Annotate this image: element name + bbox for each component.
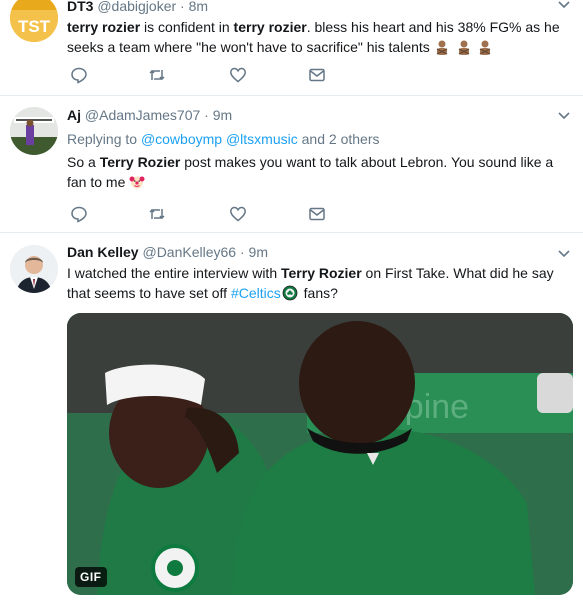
clown-face-emoji-icon (129, 174, 147, 190)
avatar[interactable] (10, 245, 58, 293)
reply-icon[interactable] (70, 205, 88, 223)
text-span: fans? (299, 285, 338, 301)
avatar-text: TST (18, 17, 51, 36)
chevron-down-icon[interactable] (557, 0, 571, 12)
text-highlight: terry rozier (233, 19, 307, 35)
display-name[interactable]: Aj (67, 107, 81, 123)
display-name[interactable]: Dan Kelley (67, 244, 139, 260)
text-highlight: Terry Rozier (99, 154, 181, 170)
tweet-header: Dan Kelley @DanKelley66 · 9m (67, 243, 569, 261)
dm-icon[interactable] (308, 66, 326, 84)
avatar[interactable] (10, 107, 58, 155)
tweet-text: terry rozier is confident in terry rozie… (67, 17, 569, 57)
text-span: I watched the entire interview with (67, 265, 281, 281)
tweet-header: Aj @AdamJames707 · 9m (67, 106, 569, 124)
separator-dot: · (180, 0, 185, 14)
text-span: So a (67, 154, 100, 170)
celtics-logo-icon (281, 285, 300, 301)
tweet-text: So a Terry Rozier post makes you want to… (67, 152, 569, 192)
dm-icon[interactable] (308, 205, 326, 223)
user-handle[interactable]: @dabigjoker (97, 0, 176, 14)
like-icon[interactable] (229, 205, 247, 223)
timestamp[interactable]: 8m (189, 0, 208, 14)
gif-media[interactable]: lerpine GIF (67, 313, 573, 595)
timestamp[interactable]: 9m (213, 107, 232, 123)
tweet-2[interactable]: Aj @AdamJames707 · 9m Replying to @cowbo… (0, 95, 583, 233)
replying-to-label: Replying to (67, 131, 138, 147)
text-highlight: terry rozier (67, 19, 141, 35)
reply-mention[interactable]: @ltsxmusic (226, 131, 298, 147)
retweet-icon[interactable] (148, 66, 166, 84)
tweet-header: DT3 @dabigjoker · 8m (67, 0, 569, 15)
chevron-down-icon[interactable] (557, 109, 571, 123)
reply-icon[interactable] (70, 66, 88, 84)
text-highlight: Terry Rozier (281, 265, 362, 281)
avatar[interactable]: TST (10, 0, 58, 42)
gif-frame: lerpine (67, 313, 573, 595)
reply-others-link[interactable]: and 2 others (302, 131, 380, 147)
separator-dot: · (239, 244, 245, 260)
user-handle[interactable]: @AdamJames707 (85, 107, 200, 123)
tweet-text: I watched the entire interview with Terr… (67, 263, 569, 303)
text-span: is confident in (140, 19, 234, 35)
hashtag-link[interactable]: #Celtics (231, 285, 281, 301)
like-icon[interactable] (229, 66, 247, 84)
timestamp[interactable]: 9m (249, 244, 268, 260)
gif-badge: GIF (75, 567, 107, 587)
retweet-icon[interactable] (148, 205, 166, 223)
display-name[interactable]: DT3 (67, 0, 93, 14)
chevron-down-icon[interactable] (557, 247, 571, 261)
separator-dot: · (204, 107, 209, 123)
person-gesturing-no-emoji-icon (434, 39, 496, 55)
reply-mention[interactable]: @cowboymp (141, 131, 222, 147)
reply-context: Replying to @cowboymp @ltsxmusic and 2 o… (67, 129, 569, 149)
user-handle[interactable]: @DanKelley66 (142, 244, 236, 260)
tweet-1[interactable]: TST DT3 @dabigjoker · 8m terry rozier is… (0, 0, 583, 96)
